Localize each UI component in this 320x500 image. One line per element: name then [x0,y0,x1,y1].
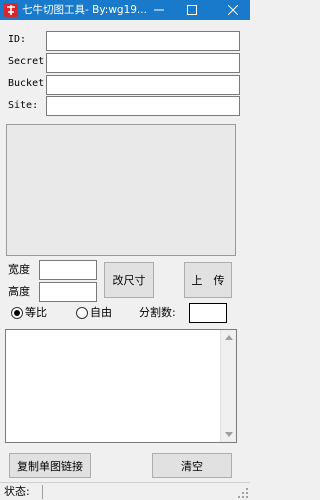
close-button[interactable] [220,0,246,20]
id-input[interactable] [46,31,240,51]
title-bar[interactable]: 七牛切图工具- By:wg19... [0,0,250,20]
maximize-button[interactable] [179,0,205,20]
window-title: 七牛切图工具- By:wg19... [22,4,147,16]
log-content [6,330,236,334]
upload-button[interactable]: 上 传 [184,262,232,298]
split-count-label: 分割数: [139,306,176,319]
proportional-label[interactable]: 等比 [25,306,47,320]
site-input[interactable] [46,96,240,116]
status-bar: 状态: [0,482,250,500]
scroll-up-icon[interactable] [225,335,233,340]
free-radio[interactable] [76,307,88,319]
height-label: 高度 [8,285,30,298]
free-label[interactable]: 自由 [90,306,112,320]
maximize-icon [187,5,197,15]
split-count-input[interactable] [189,303,227,323]
height-input[interactable] [39,282,97,302]
id-label: ID: [8,34,27,45]
app-window: 七牛切图工具- By:wg19... ID: Secret: Bucket: S… [0,0,250,500]
secret-label: Secret: [8,56,51,67]
width-label: 宽度 [8,263,30,276]
bucket-input[interactable] [46,75,240,95]
minimize-icon [154,9,164,11]
close-icon [228,5,238,15]
proportional-radio[interactable] [11,307,23,319]
bucket-label: Bucket: [8,78,51,89]
resize-grip-icon[interactable] [238,488,248,498]
app-logo-icon [4,3,18,17]
minimize-button[interactable] [146,0,172,20]
vertical-scrollbar[interactable] [220,330,236,442]
status-label: 状态: [4,485,30,498]
scroll-down-icon[interactable] [225,432,233,437]
image-preview-panel[interactable] [6,124,236,256]
site-label: Site: [8,100,39,111]
status-separator [42,485,43,499]
resize-button[interactable]: 改尺寸 [104,262,154,298]
copy-link-button[interactable]: 复制单图链接 [9,453,91,478]
log-textarea[interactable] [5,329,237,443]
secret-input[interactable] [46,53,240,73]
clear-button[interactable]: 清空 [152,453,232,478]
width-input[interactable] [39,260,97,280]
